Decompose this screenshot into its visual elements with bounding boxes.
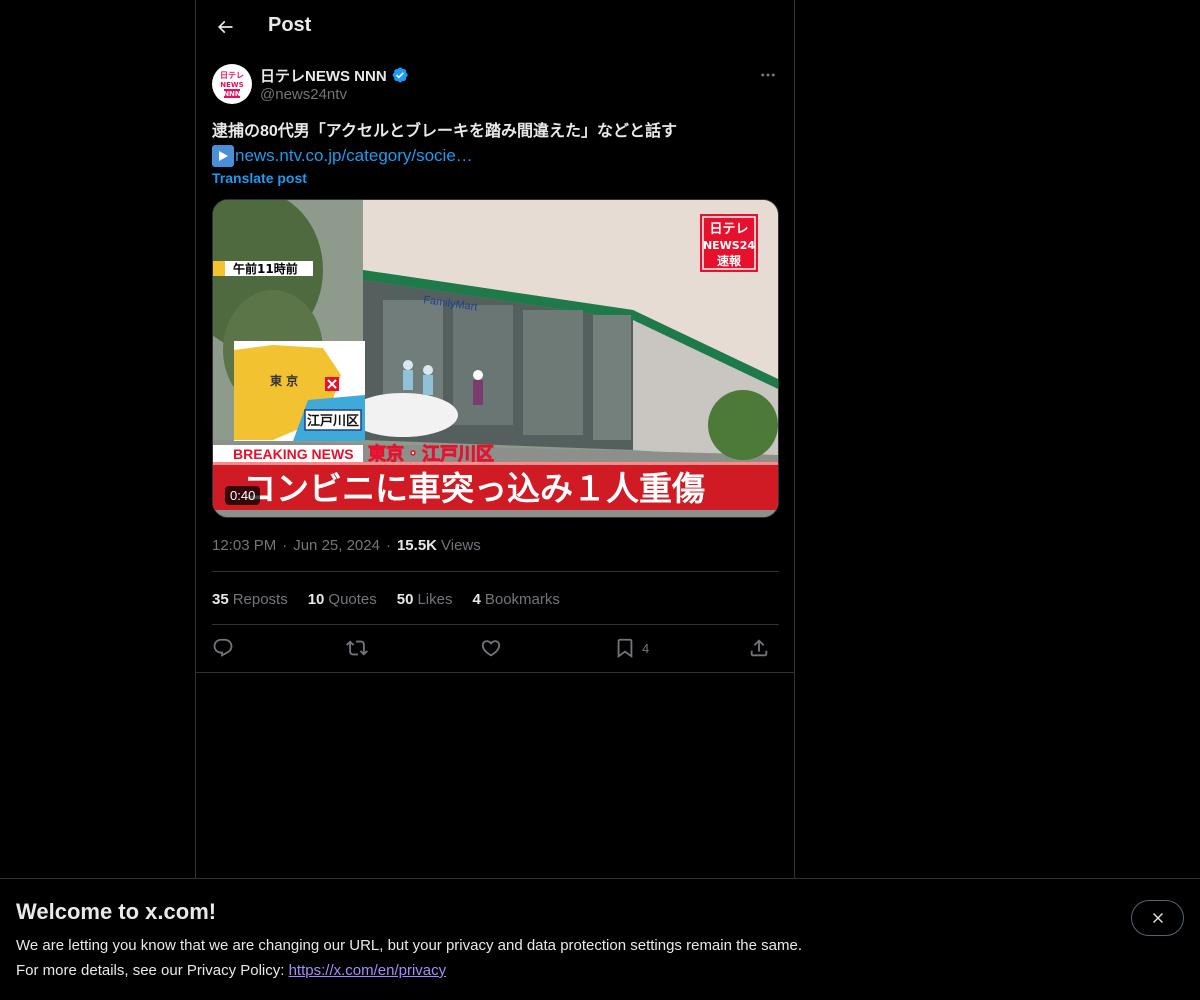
privacy-policy-link[interactable]: https://x.com/en/privacy bbox=[289, 962, 447, 979]
back-arrow-icon bbox=[217, 20, 233, 34]
divider bbox=[212, 571, 779, 572]
views-count: 15.5K bbox=[396, 536, 437, 554]
banner-privacy-prefix: For more details, see our Privacy Policy… bbox=[16, 962, 289, 979]
repost-button[interactable] bbox=[346, 635, 368, 661]
reply-button[interactable] bbox=[212, 635, 234, 661]
svg-text:NEWS: NEWS bbox=[220, 81, 243, 89]
post-column: Post 日テレ NEWS NNN 日テレNEWS NNN @news24ntv… bbox=[195, 0, 795, 1000]
views-label: Views bbox=[441, 536, 481, 554]
likes-stat[interactable]: 50 Likes bbox=[397, 591, 453, 608]
svg-text:日テレ: 日テレ bbox=[709, 222, 748, 237]
reposts-stat[interactable]: 35 Reposts bbox=[212, 591, 288, 608]
quotes-stat[interactable]: 10 Quotes bbox=[308, 591, 377, 608]
reply-icon bbox=[213, 638, 233, 657]
bookmark-count: 4 bbox=[642, 640, 650, 656]
separator-dot: · bbox=[385, 536, 391, 554]
back-button[interactable] bbox=[207, 9, 243, 45]
svg-text:午前11時前: 午前11時前 bbox=[233, 261, 298, 276]
close-icon bbox=[1152, 913, 1163, 923]
banner-privacy-line: For more details, see our Privacy Policy… bbox=[16, 962, 446, 979]
play-button-emoji-icon bbox=[212, 145, 234, 167]
verified-badge-icon bbox=[392, 67, 408, 83]
like-button[interactable] bbox=[480, 635, 502, 661]
banner-title: Welcome to x.com! bbox=[16, 899, 217, 924]
post-meta: 12:03 PM · Jun 25, 2024 · 15.5K Views bbox=[212, 535, 481, 555]
video-thumbnail: FamilyMart 午前11時前 日テレ NEWS24 速報 東 京 江戸川区… bbox=[213, 200, 778, 517]
divider bbox=[196, 672, 794, 673]
like-icon bbox=[481, 640, 501, 657]
post-text: 逮捕の80代男「アクセルとブレーキを踏み間違えた」などと話す bbox=[212, 123, 677, 140]
close-banner-button[interactable] bbox=[1131, 900, 1184, 936]
author-name[interactable]: 日テレNEWS NNN bbox=[260, 65, 387, 86]
ntv-logo-icon: 日テレ NEWS NNN bbox=[216, 68, 248, 100]
svg-text:速報: 速報 bbox=[717, 253, 742, 268]
repost-icon bbox=[346, 640, 368, 656]
post-link-row: news.ntv.co.jp/category/socie… bbox=[212, 144, 473, 168]
share-button[interactable] bbox=[748, 635, 770, 661]
engagement-stats: 35 Reposts 10 Quotes 50 Likes 4 Bookmarks bbox=[212, 589, 580, 609]
svg-text:NEWS24: NEWS24 bbox=[703, 239, 755, 252]
url-change-banner: Welcome to x.com! We are letting you kno… bbox=[0, 878, 1200, 1000]
svg-text:BREAKING NEWS: BREAKING NEWS bbox=[233, 446, 354, 462]
post-date[interactable]: Jun 25, 2024 bbox=[293, 537, 380, 554]
svg-text:江戸川区: 江戸川区 bbox=[307, 413, 359, 429]
bookmarks-stat[interactable]: 4 Bookmarks bbox=[473, 591, 560, 608]
author-handle[interactable]: @news24ntv bbox=[260, 86, 347, 103]
bookmark-button[interactable]: 4 bbox=[614, 635, 649, 661]
divider bbox=[212, 624, 779, 625]
svg-text:NNN: NNN bbox=[223, 90, 241, 98]
avatar[interactable]: 日テレ NEWS NNN bbox=[212, 64, 252, 104]
page-title: Post bbox=[268, 14, 312, 36]
svg-text:コンビニに車突っ込み１人重傷: コンビニに車突っ込み１人重傷 bbox=[243, 469, 705, 508]
post-header: Post bbox=[196, 0, 794, 54]
more-icon bbox=[761, 73, 775, 77]
video-duration-badge: 0:40 bbox=[225, 486, 261, 505]
translate-post-link[interactable]: Translate post bbox=[212, 170, 307, 186]
author-name-row[interactable]: 日テレNEWS NNN bbox=[260, 65, 409, 86]
video-player[interactable]: FamilyMart 午前11時前 日テレ NEWS24 速報 東 京 江戸川区… bbox=[212, 199, 779, 518]
svg-text:東京・江戸川区: 東京・江戸川区 bbox=[368, 443, 494, 465]
svg-text:東 京: 東 京 bbox=[270, 373, 298, 388]
post-time[interactable]: 12:03 PM bbox=[212, 537, 276, 554]
svg-text:日テレ: 日テレ bbox=[220, 71, 244, 80]
post-actions: 4 bbox=[212, 635, 779, 661]
share-icon bbox=[750, 639, 768, 657]
article-link[interactable]: news.ntv.co.jp/category/socie… bbox=[235, 146, 473, 166]
banner-message: We are letting you know that we are chan… bbox=[16, 937, 802, 954]
bookmark-icon bbox=[617, 638, 633, 659]
more-options-button[interactable] bbox=[756, 64, 780, 86]
separator-dot: · bbox=[282, 536, 288, 554]
